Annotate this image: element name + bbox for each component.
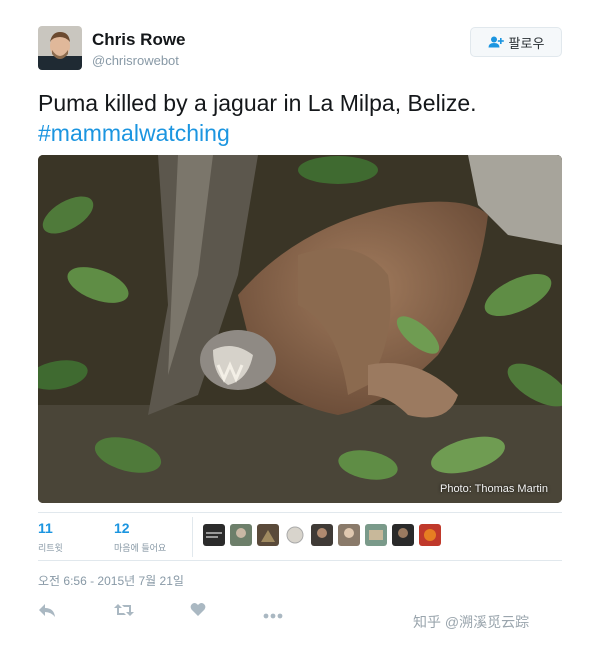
follow-label: 팔로우 [508, 35, 545, 51]
like-button[interactable] [190, 602, 206, 622]
retweet-stat[interactable]: 11 리트윗 [38, 520, 63, 554]
liker-avatar[interactable] [311, 524, 333, 546]
liker-avatar[interactable] [419, 524, 441, 546]
liker-avatar[interactable] [284, 524, 306, 546]
user-name[interactable]: Chris Rowe [92, 30, 186, 50]
liker-avatar[interactable] [203, 524, 225, 546]
photo-credit: Photo: Thomas Martin [439, 483, 548, 495]
like-stat[interactable]: 12 마음에 들어요 [114, 520, 166, 554]
watermark: 知乎 @溯溪觅云踪 [413, 614, 530, 630]
liker-avatar[interactable] [338, 524, 360, 546]
retweet-label: 리트윗 [38, 543, 63, 553]
more-button[interactable] [263, 606, 283, 624]
reply-icon [39, 604, 55, 617]
retweet-count: 11 [38, 520, 53, 536]
tweet-photo[interactable]: Photo: Thomas Martin [38, 155, 562, 503]
tweet-body: Puma killed by a jaguar in La Milpa, Bel… [38, 90, 477, 116]
retweet-icon [114, 604, 134, 616]
divider-top [38, 512, 562, 513]
reply-button[interactable] [38, 602, 56, 623]
like-label: 마음에 들어요 [114, 543, 167, 553]
liker-avatar[interactable] [257, 524, 279, 546]
puma-photo-image [38, 155, 562, 503]
avatar[interactable] [38, 26, 82, 70]
follow-button[interactable]: 팔로우 [470, 27, 562, 57]
hashtag-link[interactable]: #mammalwatching [38, 118, 568, 148]
liker-avatar[interactable] [365, 524, 387, 546]
stats-separator [192, 517, 193, 557]
user-handle[interactable]: @chrisrowebot [92, 53, 179, 68]
tweet-text: Puma killed by a jaguar in La Milpa, Bel… [38, 88, 568, 148]
liker-avatar[interactable] [392, 524, 414, 546]
retweet-button[interactable] [114, 602, 134, 623]
like-icon [190, 602, 206, 616]
divider-bottom [38, 560, 562, 561]
liker-avatars [203, 524, 441, 546]
liker-avatar[interactable] [230, 524, 252, 546]
like-count: 12 [114, 520, 130, 536]
add-user-icon [488, 36, 504, 48]
tweet-timestamp[interactable]: 오전 6:56 - 2015년 7월 21일 [38, 572, 184, 589]
more-icon [263, 613, 283, 619]
